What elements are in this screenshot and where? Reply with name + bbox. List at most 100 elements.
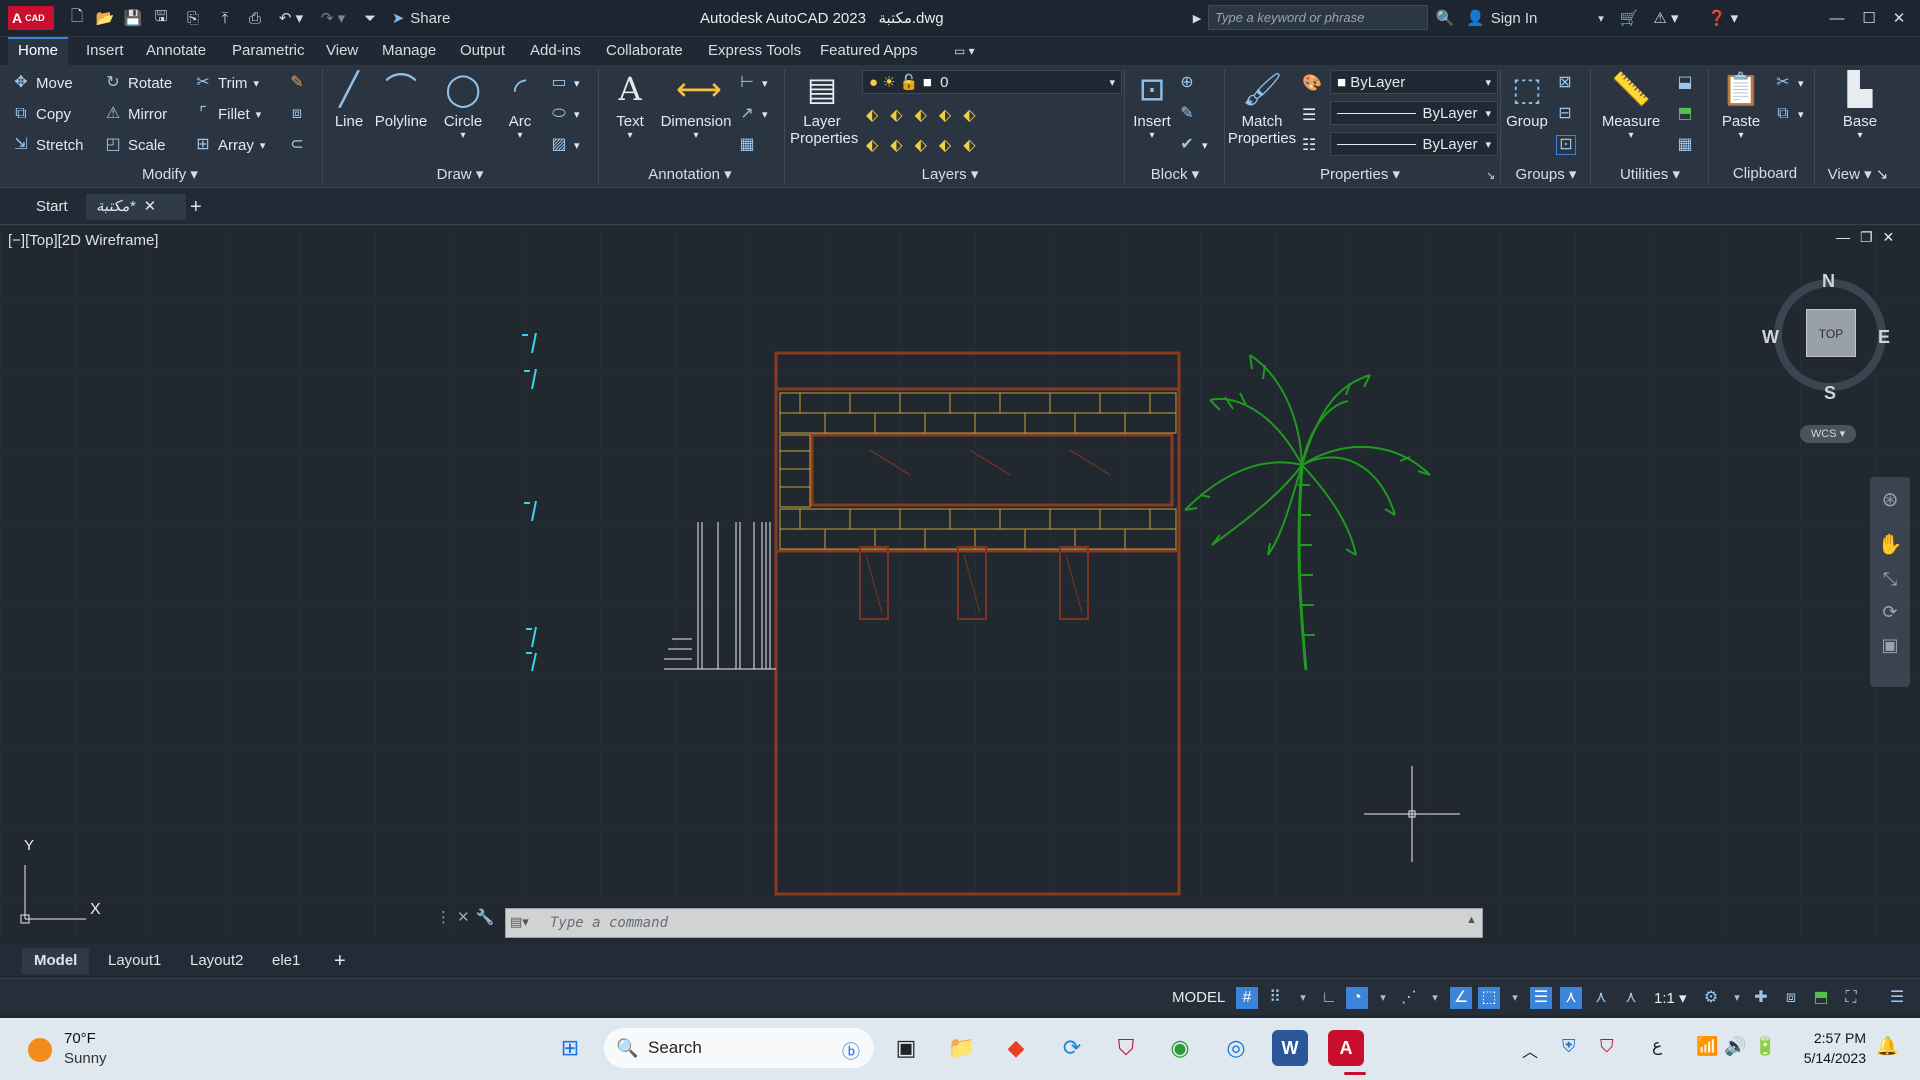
insert-block-button[interactable]: ⊡ Insert ▾ — [1128, 69, 1176, 141]
tab-parametric[interactable]: Parametric — [222, 37, 315, 65]
help-search-input[interactable]: Type a keyword or phrase — [1208, 5, 1428, 30]
color-wheel-icon[interactable]: 🎨 — [1302, 73, 1322, 93]
close-window-icon[interactable]: ✕ — [1888, 7, 1910, 29]
tab-start[interactable]: Start — [26, 194, 78, 220]
settings-gear-icon[interactable]: ⚙ — [1700, 987, 1722, 1009]
undo-icon[interactable]: ↶ ▾ — [276, 7, 306, 29]
ungroup-button[interactable]: ⊠ — [1556, 71, 1574, 95]
auto-scale-icon[interactable]: ⋏ — [1590, 987, 1612, 1009]
security-tray-icon[interactable]: ⛨ — [1562, 1036, 1576, 1057]
word-icon[interactable]: W — [1272, 1030, 1308, 1066]
circle-button[interactable]: ◯ Circle ▾ — [438, 69, 488, 141]
minimize-window-icon[interactable]: — — [1826, 7, 1848, 29]
group-select-button[interactable]: ⊡ — [1556, 133, 1576, 157]
showmotion-icon[interactable]: ▣ — [1870, 635, 1910, 656]
app-diamond-icon[interactable]: ◆ — [998, 1030, 1034, 1066]
drawing-canvas[interactable]: Y X TOP N S E W WCS ▾ ⊛ ✋ ⤡ ⟳ ▣ —❐✕ ⋮✕🔧 — [0, 225, 1920, 940]
scale-button[interactable]: ◰ Scale — [104, 133, 165, 157]
layer-tools-row-2[interactable]: ⬖⬖⬖⬖⬖ — [866, 135, 988, 155]
object-snap-tracking-icon[interactable]: ∠ — [1450, 987, 1472, 1009]
model-space-drawing[interactable] — [0, 225, 1920, 940]
edit-block-button[interactable]: ✎ — [1178, 102, 1196, 126]
autocad-logo[interactable]: A CAD — [8, 6, 54, 30]
utilities-panel-title[interactable]: Utilities ▾ — [1600, 165, 1700, 185]
open-icon[interactable]: 📂 — [94, 7, 116, 29]
units-icon[interactable]: ⧈ — [1780, 987, 1802, 1009]
quick-properties-icon[interactable]: ⬒ — [1810, 987, 1832, 1009]
polar-dropdown-icon[interactable]: ▾ — [1372, 987, 1394, 1009]
text-button[interactable]: A Text ▾ — [604, 69, 656, 141]
object-snap-icon[interactable]: ⬚ — [1478, 987, 1500, 1009]
customize-quick-access-icon[interactable]: ⏷ — [362, 7, 378, 29]
offset-button[interactable]: ⊂ — [288, 133, 306, 157]
tab-model[interactable]: Model — [22, 948, 90, 974]
zoom-extents-icon[interactable]: ⤡ — [1870, 569, 1910, 590]
input-language[interactable]: ع — [1652, 1036, 1662, 1056]
polar-tracking-icon[interactable]: ◔ — [1346, 987, 1368, 1009]
trim-button[interactable]: ✂ Trim ▾ — [194, 71, 259, 95]
annotation-visibility-icon[interactable]: ⋏ — [1560, 987, 1582, 1009]
dimension-button[interactable]: ⟷ Dimension ▾ — [656, 69, 736, 141]
help-icon[interactable]: ❓ ▾ — [1704, 7, 1742, 29]
compass-north[interactable]: N — [1822, 271, 1835, 292]
tab-add-ins[interactable]: Add-ins — [520, 37, 591, 65]
wifi-icon[interactable]: 📶 — [1696, 1036, 1718, 1057]
erase-button[interactable]: ✎ — [288, 71, 306, 95]
battery-icon[interactable]: 🔋 — [1754, 1036, 1776, 1057]
copy-clip-button[interactable]: ⧉ ▾ — [1774, 102, 1803, 126]
weather-temp[interactable]: 70°F — [64, 1030, 96, 1047]
viewport-window-controls[interactable]: —❐✕ — [1836, 229, 1904, 246]
snap-icon[interactable]: ⠿ — [1264, 987, 1286, 1009]
tray-overflow-icon[interactable]: ︿ — [1522, 1038, 1538, 1062]
tab-ele1[interactable]: ele1 — [260, 948, 312, 974]
view-panel-title[interactable]: View ▾ ↘ — [1818, 165, 1898, 185]
ellipse-button[interactable]: ⬭ ▾ — [550, 102, 579, 126]
ribbon-display-toggle-icon[interactable]: ▭ ▾ — [944, 37, 985, 65]
tab-manage[interactable]: Manage — [372, 37, 446, 65]
redo-icon[interactable]: ↷ ▾ — [318, 7, 348, 29]
save-as-icon[interactable]: 🖫 — [150, 7, 172, 29]
clock-time[interactable]: 2:57 PM — [1806, 1030, 1866, 1046]
leader-button[interactable]: ↗ ▾ — [738, 102, 767, 126]
plot-icon[interactable]: ⎙ — [244, 7, 266, 29]
notifications-icon[interactable]: 🔔 — [1876, 1036, 1898, 1057]
pan-icon[interactable]: ✋ — [1870, 532, 1910, 557]
clipboard-panel-title[interactable]: Clipboard — [1720, 165, 1810, 185]
rectangle-button[interactable]: ▭ ▾ — [550, 71, 579, 95]
properties-launcher-icon[interactable]: ↘ — [1486, 169, 1495, 182]
lineweight-icon[interactable]: ☰ — [1302, 105, 1316, 125]
annotation-panel-title[interactable]: Annotation ▾ — [630, 165, 750, 185]
sign-in-dropdown-icon[interactable]: ▾ — [1594, 7, 1608, 29]
arc-dropdown-icon[interactable]: ▾ — [496, 130, 544, 141]
mirror-button[interactable]: ⚠ Mirror — [104, 102, 167, 126]
annotation-scale-dropdown[interactable]: 1:1 ▾ — [1654, 989, 1687, 1007]
steering-wheel-icon[interactable]: ⊛ — [1870, 487, 1910, 512]
groups-panel-title[interactable]: Groups ▾ — [1504, 165, 1588, 185]
table-button[interactable]: ▦ — [738, 133, 756, 157]
command-input[interactable]: Type a command — [505, 908, 1483, 938]
weather-sun-icon[interactable] — [28, 1038, 52, 1062]
tab-annotate[interactable]: Annotate — [136, 37, 216, 65]
draw-panel-title[interactable]: Draw ▾ — [410, 165, 510, 185]
workspace-dropdown-icon[interactable]: ▾ — [1726, 987, 1748, 1009]
tab-home[interactable]: Home — [8, 37, 69, 65]
copy-button[interactable]: ⧉ Copy — [12, 102, 71, 126]
wcs-dropdown[interactable]: WCS ▾ — [1800, 425, 1856, 443]
trim-dropdown-icon[interactable]: ▾ — [253, 77, 259, 90]
snap-dropdown-icon[interactable]: ▾ — [1292, 987, 1314, 1009]
modify-panel-title[interactable]: Modify ▾ — [120, 165, 220, 185]
linetype-dropdown[interactable]: ByLayer ▾ — [1330, 101, 1498, 125]
edge-icon[interactable]: ◎ — [1218, 1030, 1254, 1066]
properties-panel-title[interactable]: Properties ▾ — [1300, 165, 1420, 185]
circle-dropdown-icon[interactable]: ▾ — [438, 130, 488, 141]
tab-layout1[interactable]: Layout1 — [96, 948, 173, 974]
lineweight-display-icon[interactable]: ☰ — [1530, 987, 1552, 1009]
line-button[interactable]: ╱ Line — [328, 69, 370, 130]
tab-collaborate[interactable]: Collaborate — [596, 37, 693, 65]
app-update-icon[interactable]: ⟳ — [1054, 1030, 1090, 1066]
block-attributes-button[interactable]: ✔ ▾ — [1178, 133, 1207, 157]
viewcube-top-face[interactable]: TOP — [1806, 309, 1856, 357]
recent-commands-icon[interactable]: ▤▾ — [510, 914, 529, 930]
layers-panel-title[interactable]: Layers ▾ — [900, 165, 1000, 185]
annotation-monitor-icon[interactable]: ✚ — [1750, 987, 1772, 1009]
